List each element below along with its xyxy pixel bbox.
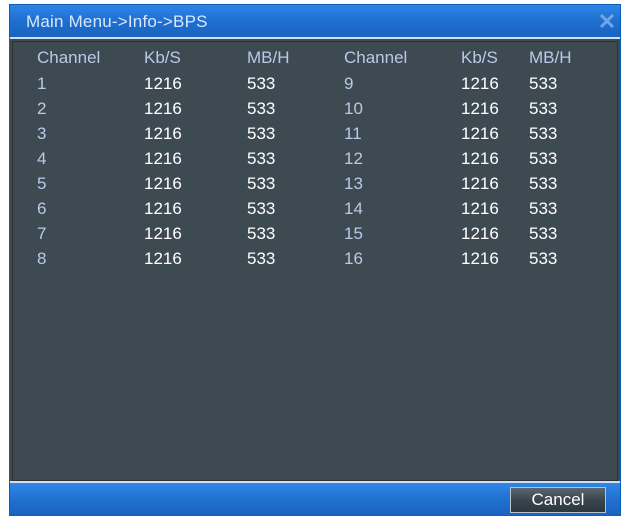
header-mbh-right: MB/H bbox=[529, 47, 572, 67]
mbh-left-cell: 533 bbox=[247, 73, 276, 93]
table-row: 6 1216 533 14 1216 533 bbox=[13, 196, 609, 221]
channel-right-cell: 9 bbox=[344, 73, 354, 93]
channel-right-cell: 14 bbox=[344, 198, 363, 218]
channel-right-cell: 10 bbox=[344, 98, 363, 118]
kbs-right-cell: 1216 bbox=[461, 123, 499, 143]
kbs-right-cell: 1216 bbox=[461, 223, 499, 243]
bps-dialog: Main Menu->Info->BPS ✕ Channel Kb/S MB/H… bbox=[9, 4, 621, 516]
kbs-left-cell: 1216 bbox=[144, 73, 182, 93]
channel-left-cell: 8 bbox=[37, 248, 47, 268]
kbs-left-cell: 1216 bbox=[144, 198, 182, 218]
channel-left-cell: 5 bbox=[37, 173, 47, 193]
mbh-left-cell: 533 bbox=[247, 248, 276, 268]
title-bar: Main Menu->Info->BPS ✕ bbox=[10, 5, 620, 39]
bps-table-body: 1 1216 533 9 1216 533 2 1216 533 10 1216 533 3 1216 53… bbox=[13, 71, 609, 271]
header-kbs-right: Kb/S bbox=[461, 47, 498, 67]
close-icon[interactable]: ✕ bbox=[596, 11, 618, 33]
header-channel-right: Channel bbox=[344, 47, 408, 67]
footer-bar: Cancel bbox=[10, 481, 620, 515]
mbh-left-cell: 533 bbox=[247, 173, 276, 193]
mbh-left-cell: 533 bbox=[247, 198, 276, 218]
kbs-right-cell: 1216 bbox=[461, 148, 499, 168]
kbs-right-cell: 1216 bbox=[461, 173, 499, 193]
kbs-left-cell: 1216 bbox=[144, 173, 182, 193]
kbs-right-cell: 1216 bbox=[461, 73, 499, 93]
mbh-left-cell: 533 bbox=[247, 148, 276, 168]
dialog-title: Main Menu->Info->BPS bbox=[26, 12, 208, 31]
table-row: 3 1216 533 11 1216 533 bbox=[13, 121, 609, 146]
table-row: 8 1216 533 16 1216 533 bbox=[13, 246, 609, 271]
kbs-left-cell: 1216 bbox=[144, 223, 182, 243]
mbh-right-cell: 533 bbox=[529, 223, 558, 243]
table-row: 7 1216 533 15 1216 533 bbox=[13, 221, 609, 246]
channel-right-cell: 15 bbox=[344, 223, 363, 243]
cancel-button[interactable]: Cancel bbox=[510, 487, 606, 513]
mbh-left-cell: 533 bbox=[247, 123, 276, 143]
mbh-right-cell: 533 bbox=[529, 73, 558, 93]
channel-left-cell: 4 bbox=[37, 148, 47, 168]
mbh-right-cell: 533 bbox=[529, 123, 558, 143]
channel-left-cell: 6 bbox=[37, 198, 47, 218]
mbh-right-cell: 533 bbox=[529, 148, 558, 168]
kbs-left-cell: 1216 bbox=[144, 248, 182, 268]
bps-table: Channel Kb/S MB/H Channel Kb/S MB/H 1 121… bbox=[13, 44, 609, 271]
mbh-right-cell: 533 bbox=[529, 198, 558, 218]
mbh-left-cell: 533 bbox=[247, 223, 276, 243]
mbh-right-cell: 533 bbox=[529, 98, 558, 118]
table-row: 5 1216 533 13 1216 533 bbox=[13, 171, 609, 196]
channel-left-cell: 2 bbox=[37, 98, 47, 118]
header-kbs-left: Kb/S bbox=[144, 47, 181, 67]
channel-right-cell: 13 bbox=[344, 173, 363, 193]
channel-right-cell: 11 bbox=[344, 123, 362, 143]
channel-left-cell: 3 bbox=[37, 123, 47, 143]
kbs-left-cell: 1216 bbox=[144, 148, 182, 168]
kbs-left-cell: 1216 bbox=[144, 123, 182, 143]
kbs-right-cell: 1216 bbox=[461, 98, 499, 118]
channel-left-cell: 7 bbox=[37, 223, 47, 243]
channel-left-cell: 1 bbox=[37, 73, 47, 93]
header-mbh-left: MB/H bbox=[247, 47, 290, 67]
table-header-row: Channel Kb/S MB/H Channel Kb/S MB/H bbox=[13, 44, 609, 71]
mbh-right-cell: 533 bbox=[529, 248, 558, 268]
channel-right-cell: 12 bbox=[344, 148, 363, 168]
bps-content: Channel Kb/S MB/H Channel Kb/S MB/H 1 121… bbox=[12, 41, 618, 481]
kbs-right-cell: 1216 bbox=[461, 198, 499, 218]
kbs-right-cell: 1216 bbox=[461, 248, 499, 268]
channel-right-cell: 16 bbox=[344, 248, 363, 268]
table-row: 2 1216 533 10 1216 533 bbox=[13, 96, 609, 121]
mbh-right-cell: 533 bbox=[529, 173, 558, 193]
header-channel-left: Channel bbox=[37, 47, 101, 67]
kbs-left-cell: 1216 bbox=[144, 98, 182, 118]
table-row: 1 1216 533 9 1216 533 bbox=[13, 71, 609, 96]
mbh-left-cell: 533 bbox=[247, 98, 276, 118]
table-row: 4 1216 533 12 1216 533 bbox=[13, 146, 609, 171]
